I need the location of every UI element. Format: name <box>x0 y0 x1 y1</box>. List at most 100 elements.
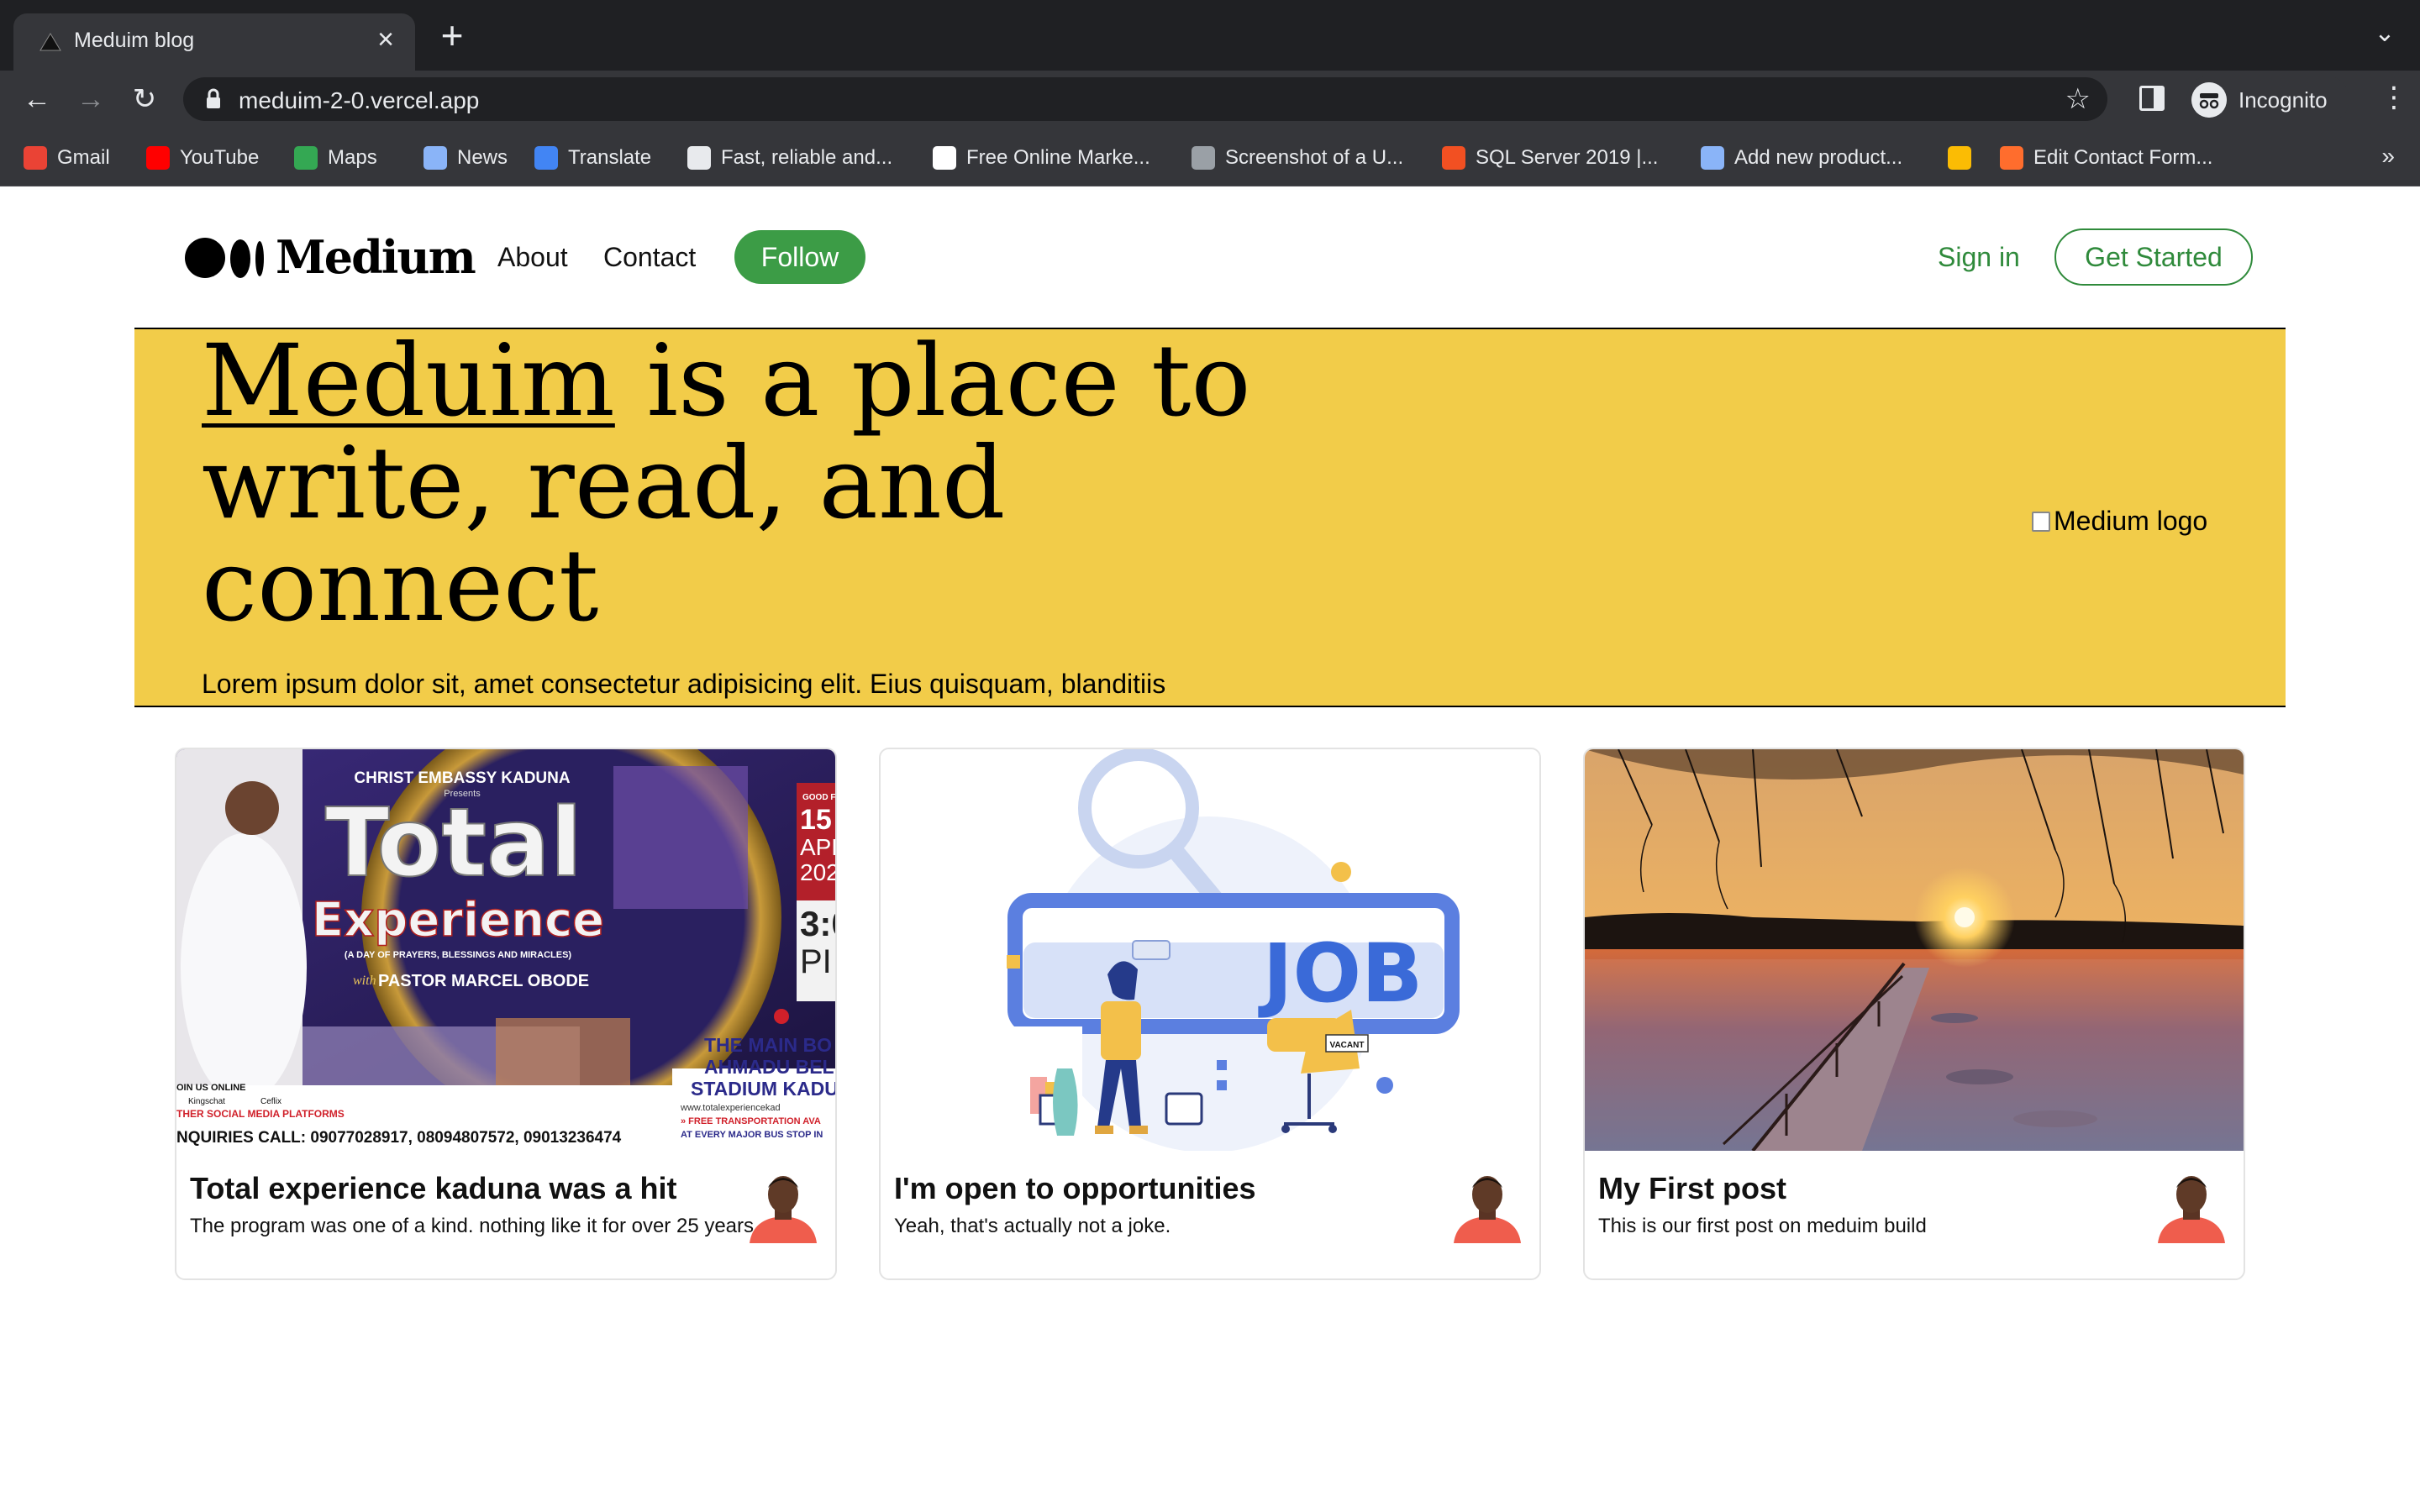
bookmark-item[interactable]: Add new product... <box>1701 144 1902 171</box>
bookmark-item[interactable]: Maps <box>294 144 377 171</box>
more-bookmarks-icon[interactable]: » <box>2381 143 2395 170</box>
tab-search-chevron-icon[interactable]: ⌄ <box>2368 18 2402 52</box>
bookmark-item[interactable]: News <box>424 144 508 171</box>
author-avatar[interactable] <box>746 1169 820 1243</box>
bookmark-item[interactable]: Free Online Marke... <box>933 144 1150 171</box>
bookmark-item[interactable]: YouTube <box>146 144 259 171</box>
reload-icon[interactable]: ↻ <box>126 81 163 118</box>
bookmark-label: Edit Contact Form... <box>2033 146 2213 169</box>
nav-contact-link[interactable]: Contact <box>603 242 696 273</box>
bookmark-label: Free Online Marke... <box>966 146 1150 169</box>
post-card[interactable]: My First post This is our first post on … <box>1583 748 2245 1280</box>
bookmark-item[interactable] <box>1948 144 1971 171</box>
bookmark-label: Translate <box>568 146 652 169</box>
bookmark-label: YouTube <box>180 146 260 169</box>
browser-toolbar: ← → ↻ meduim-2-0.vercel.app ☆ Incognito … <box>0 71 2420 128</box>
flyer-date-month-text: APR <box>800 834 835 860</box>
bookmark-label: Maps <box>328 146 377 169</box>
back-arrow-icon[interactable]: ← <box>18 81 55 118</box>
microsoft-icon <box>1442 146 1465 170</box>
flyer-pastor-text: PASTOR MARCEL OBODE <box>378 972 589 990</box>
bookmarks-bar: » Gmail YouTube Maps News Translate Fast, rel… <box>0 128 2420 186</box>
broken-image-icon <box>2032 511 2050 532</box>
side-panel-icon[interactable] <box>2139 86 2165 111</box>
post-card[interactable]: CHRIST EMBASSY KADUNA Presents Total Exp… <box>175 748 837 1280</box>
nav-about-link[interactable]: About <box>497 242 568 273</box>
bookmark-label: Gmail <box>57 146 110 169</box>
site-header: Medium About Contact Follow Sign in Get … <box>0 186 2420 328</box>
hero-banner: Meduim is a place to write, read, and co… <box>134 328 2286 707</box>
post-card[interactable]: JOB VACANT I'm open to opportunities Yea… <box>879 748 1541 1280</box>
bookmark-label: Fast, reliable and... <box>721 146 893 169</box>
post-title[interactable]: I'm open to opportunities <box>894 1171 1256 1206</box>
hero-subtitle: Lorem ipsum dolor sit, amet consectetur … <box>202 669 1166 699</box>
forward-arrow-icon[interactable]: → <box>72 81 109 118</box>
flyer-time-ampm-text: PI <box>800 943 832 980</box>
bookmark-item[interactable]: Fast, reliable and... <box>687 144 892 171</box>
bookmark-label: News <box>457 146 508 169</box>
bookmark-item[interactable]: Screenshot of a U... <box>1192 144 1403 171</box>
youtube-icon <box>146 146 170 170</box>
lock-icon <box>207 88 220 108</box>
address-bar[interactable]: meduim-2-0.vercel.app ☆ <box>183 77 2107 121</box>
flyer-kingschat-text: Kingschat <box>188 1097 225 1106</box>
bookmark-label: SQL Server 2019 |... <box>1476 146 1659 169</box>
sunset-pier-image <box>1585 749 2244 1151</box>
hero-title-link[interactable]: Meduim <box>202 323 615 438</box>
sign-in-link[interactable]: Sign in <box>1938 242 2020 273</box>
author-avatar[interactable] <box>2154 1169 2228 1243</box>
flyer-experience-text: Experience <box>312 893 604 948</box>
browser-tab[interactable]: Meduim blog × <box>13 13 415 71</box>
post-title[interactable]: My First post <box>1598 1171 1786 1206</box>
event-flyer-image: CHRIST EMBASSY KADUNA Presents Total Exp… <box>176 749 835 1151</box>
job-illustration-image: JOB VACANT <box>881 749 1539 1151</box>
new-tab-icon[interactable]: + <box>435 16 469 55</box>
flyer-org-text: CHRIST EMBASSY KADUNA <box>354 769 571 787</box>
brand-name: Medium <box>276 230 476 284</box>
hero-logo-image: Medium logo <box>2032 506 2207 537</box>
flyer-ceflix-text: Ceflix <box>260 1097 281 1106</box>
browser-menu-icon[interactable]: ⋮ <box>2380 81 2408 114</box>
bookmark-label: Screenshot of a U... <box>1225 146 1404 169</box>
flyer-date-day-text: 15 <box>800 804 832 836</box>
flyer-time-text: 3:0 <box>800 904 835 943</box>
flyer-date-top-text: GOOD F <box>802 793 835 802</box>
medium-logo[interactable]: Medium <box>185 230 476 284</box>
flyer-venue1-text: THE MAIN BO <box>704 1034 832 1056</box>
flyer-online-text: OIN US ONLINE <box>176 1083 246 1093</box>
incognito-label: Incognito <box>2238 87 2328 113</box>
news-icon <box>424 146 447 170</box>
post-description: The program was one of a kind. nothing l… <box>190 1215 755 1237</box>
job-word-text: JOB <box>1258 927 1423 1021</box>
globe-icon <box>1192 146 1215 170</box>
tab-close-icon[interactable]: × <box>371 25 400 55</box>
vacant-sign-text: VACANT <box>1330 1041 1365 1050</box>
bookmark-item[interactable]: Gmail <box>24 144 110 171</box>
medium-dots-icon <box>185 236 267 278</box>
tab-title: Meduim blog <box>74 29 195 52</box>
follow-button[interactable]: Follow <box>734 230 865 284</box>
flyer-venue3-text: STADIUM KADU <box>691 1078 835 1100</box>
post-description: This is our first post on meduim build <box>1598 1215 1927 1237</box>
flyer-inquiries-text: NQUIRIES CALL: 09077028917, 08094807572,… <box>176 1129 622 1147</box>
web-page: Medium About Contact Follow Sign in Get … <box>0 186 2420 1512</box>
incognito-profile-button[interactable]: Incognito <box>2186 76 2349 123</box>
bookmark-item[interactable]: Translate <box>534 144 651 171</box>
get-started-button[interactable]: Get Started <box>2054 228 2253 286</box>
bookmark-item[interactable]: SQL Server 2019 |... <box>1442 144 1658 171</box>
incognito-icon <box>2191 82 2227 118</box>
flyer-with-text: with <box>353 974 376 988</box>
url-text: meduim-2-0.vercel.app <box>239 87 480 113</box>
post-title[interactable]: Total experience kaduna was a hit <box>190 1171 677 1206</box>
flyer-total-text: Total <box>325 789 582 898</box>
bookmark-item[interactable]: Edit Contact Form... <box>2000 144 2212 171</box>
google-icon <box>933 146 956 170</box>
gmail-icon <box>24 146 47 170</box>
drive-icon <box>1948 146 1971 170</box>
vercel-favicon-icon <box>39 33 61 51</box>
maps-icon <box>294 146 318 170</box>
browser-tab-strip: Meduim blog × + ⌄ <box>0 0 2420 71</box>
author-avatar[interactable] <box>1450 1169 1524 1243</box>
hero-logo-alt-text: Medium logo <box>2054 506 2208 536</box>
bookmark-star-icon[interactable]: ☆ <box>2065 82 2091 116</box>
